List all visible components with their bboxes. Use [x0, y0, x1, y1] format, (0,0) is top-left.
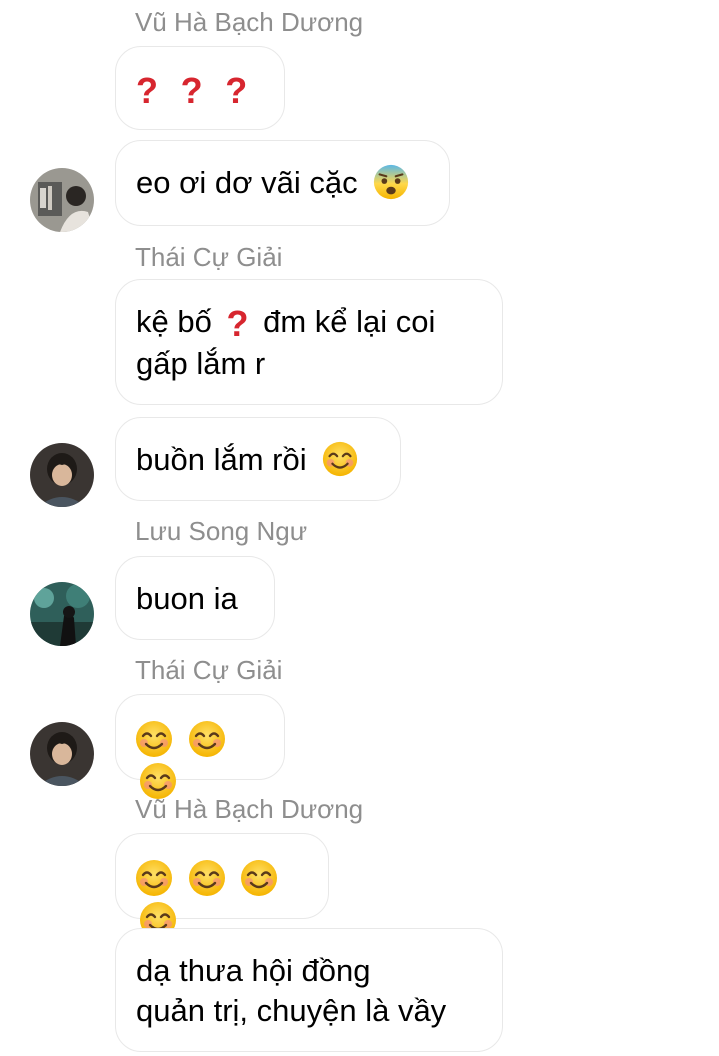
smiling-face-emoji: [134, 858, 174, 898]
question-mark-emoji: ?: [226, 302, 249, 344]
message-text: eo ơi dơ vãi cặc: [136, 165, 358, 200]
message-bubble[interactable]: dạ thưa hội đồng quản trị, chuyện là vầy: [115, 928, 503, 1052]
sender-name: Lưu Song Ngư: [135, 516, 308, 546]
smiling-face-emoji: [239, 858, 279, 898]
sender-name: Vũ Hà Bạch Dương: [135, 7, 364, 37]
message-bubble[interactable]: buồn lắm rồi: [115, 417, 401, 501]
message-text: kệ bố: [136, 304, 212, 339]
message-text: buon ia: [136, 581, 238, 616]
avatar[interactable]: [30, 443, 94, 507]
message-bubble[interactable]: ? ? ?: [115, 46, 285, 130]
message-bubble[interactable]: kệ bố ? đm kể lại coi gấp lắm r: [115, 279, 503, 405]
sender-name: Vũ Hà Bạch Dương: [135, 794, 364, 824]
message-text: quản trị, chuyện là vầy: [136, 993, 447, 1028]
question-mark-emoji: ?: [225, 69, 248, 111]
message-bubble[interactable]: buon ia: [115, 556, 275, 640]
smiling-face-emoji: [187, 858, 227, 898]
message-text: dạ thưa hội đồng: [136, 953, 371, 988]
smiling-face-emoji: [187, 719, 227, 759]
message-bubble[interactable]: eo ơi dơ vãi cặc: [115, 140, 450, 226]
question-mark-emoji: ?: [180, 69, 203, 111]
message-text: đm kể lại coi: [263, 304, 436, 339]
sender-name: Thái Cự Giải: [135, 655, 283, 685]
message-text: buồn lắm rồi: [136, 442, 307, 477]
message-text: gấp lắm r: [136, 345, 266, 381]
sender-name: Thái Cự Giải: [135, 242, 283, 272]
smiling-face-emoji: [134, 719, 174, 759]
smiling-face-emoji: [321, 440, 359, 478]
anxious-face-emoji: [372, 163, 410, 201]
question-mark-emoji: ?: [136, 69, 158, 111]
avatar[interactable]: [30, 582, 94, 646]
message-bubble[interactable]: [115, 833, 329, 919]
avatar[interactable]: [30, 168, 94, 232]
message-bubble[interactable]: [115, 694, 285, 780]
avatar[interactable]: [30, 722, 94, 786]
